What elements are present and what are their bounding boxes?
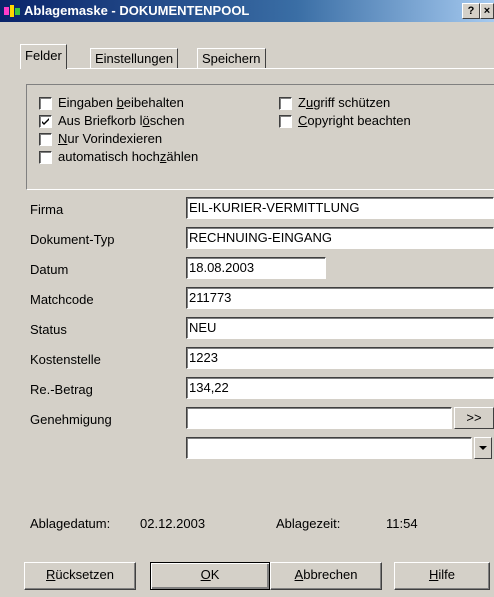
checkbox-label: Zugriff schützen bbox=[298, 95, 391, 110]
close-title-button[interactable]: × bbox=[480, 3, 494, 19]
matchcode-input[interactable]: 211773 bbox=[186, 287, 494, 309]
field-label-status: Status bbox=[30, 322, 67, 337]
checkbox-label: Eingaben beibehalten bbox=[58, 95, 184, 110]
button-label: OK bbox=[200, 567, 220, 582]
tab-speichern[interactable]: Speichern bbox=[197, 48, 266, 69]
cancel-button[interactable]: Abbrechen bbox=[270, 562, 382, 590]
field-label-datum: Datum bbox=[30, 262, 69, 277]
checkbox-box[interactable] bbox=[39, 115, 52, 128]
checkbox-box[interactable] bbox=[39, 151, 52, 164]
genehmigung-browse-button[interactable]: >> bbox=[454, 407, 494, 429]
field-label-genehmigung: Genehmigung bbox=[30, 412, 112, 427]
ablagezeit-label: Ablagezeit: bbox=[276, 516, 341, 531]
checkmark-icon bbox=[42, 118, 49, 125]
genehmigung-input[interactable] bbox=[186, 407, 452, 429]
app-icon bbox=[4, 5, 20, 17]
datum-input[interactable]: 18.08.2003 bbox=[186, 257, 326, 279]
checkbox-label: Nur Vorindexieren bbox=[58, 131, 163, 146]
genehmigung-select[interactable] bbox=[186, 437, 472, 459]
checkbox-box[interactable] bbox=[39, 97, 52, 110]
field-label-dokument-typ: Dokument-Typ bbox=[30, 232, 115, 247]
checkbox-box[interactable] bbox=[39, 133, 52, 146]
field-label-re-betrag: Re.-Betrag bbox=[30, 382, 93, 397]
field-label-firma: Firma bbox=[30, 202, 64, 217]
title-bar[interactable]: Ablagemaske - DOKUMENTENPOOL ? × bbox=[0, 0, 494, 22]
button-label: Hilfe bbox=[428, 567, 455, 582]
help-title-button[interactable]: ? bbox=[462, 3, 480, 19]
re-betrag-input[interactable]: 134,22 bbox=[186, 377, 494, 399]
chevron-down-icon bbox=[479, 446, 487, 450]
ablagedatum-label: Ablagedatum: bbox=[30, 516, 111, 531]
tab-label: Felder bbox=[25, 48, 62, 63]
tab-felder[interactable]: Felder bbox=[20, 44, 67, 69]
tab-panel-border bbox=[20, 68, 494, 69]
checkbox-box[interactable] bbox=[279, 97, 292, 110]
tab-einstellungen[interactable]: Einstellungen bbox=[90, 48, 179, 69]
field-label-matchcode: Matchcode bbox=[30, 292, 94, 307]
status-input[interactable]: NEU bbox=[186, 317, 494, 339]
checkbox-label: automatisch hochzählen bbox=[58, 149, 199, 164]
help-button[interactable]: Hilfe bbox=[394, 562, 490, 590]
field-label-kostenstelle: Kostenstelle bbox=[30, 352, 101, 367]
ok-button[interactable]: OK bbox=[150, 562, 270, 590]
tab-label: Speichern bbox=[202, 51, 261, 66]
window-title: Ablagemaske - DOKUMENTENPOOL bbox=[24, 3, 250, 18]
checkbox-box[interactable] bbox=[279, 115, 292, 128]
checkbox-label: Aus Briefkorb löschen bbox=[58, 113, 185, 128]
options-group: Eingaben beibehalten Aus Briefkorb lösch… bbox=[26, 84, 494, 190]
firma-input[interactable]: EIL-KURIER-VERMITTLUNG bbox=[186, 197, 494, 219]
button-label: Abbrechen bbox=[294, 567, 358, 582]
tab-label: Einstellungen bbox=[95, 51, 174, 66]
button-label: Rücksetzen bbox=[46, 567, 114, 582]
ablagezeit-value: 11:54 bbox=[386, 516, 418, 531]
checkbox-label: Copyright beachten bbox=[298, 113, 411, 128]
ablagedatum-value: 02.12.2003 bbox=[140, 516, 206, 531]
dropdown-button[interactable] bbox=[474, 437, 492, 459]
kostenstelle-input[interactable]: 1223 bbox=[186, 347, 494, 369]
reset-button[interactable]: Rücksetzen bbox=[24, 562, 136, 590]
dokument-typ-input[interactable]: RECHNUING-EINGANG bbox=[186, 227, 494, 249]
